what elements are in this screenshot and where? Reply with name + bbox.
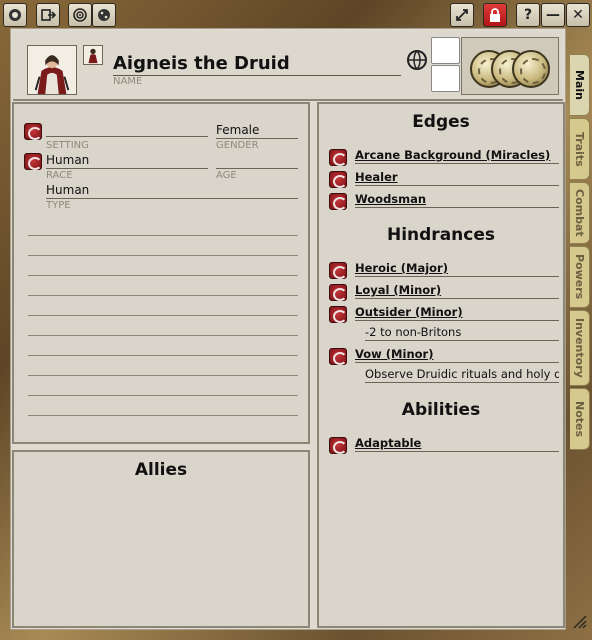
notes-line[interactable]	[28, 355, 298, 356]
tab-label: Inventory	[573, 318, 586, 378]
edge-link-icon[interactable]	[329, 193, 347, 210]
hindrance-note[interactable]: Observe Druidic rituals and holy da	[365, 367, 559, 383]
sheet-option-box-bottom[interactable]	[431, 65, 460, 92]
tab-label: Notes	[573, 400, 586, 438]
portrait[interactable]	[27, 45, 77, 95]
notes-line[interactable]	[28, 395, 298, 396]
hindrance-link-icon[interactable]	[329, 306, 347, 323]
setting-link-icon[interactable]	[24, 123, 42, 140]
close-button[interactable]: ✕	[566, 3, 590, 27]
ability-item[interactable]: Adaptable	[355, 436, 559, 452]
character-name[interactable]: Aigneis the Druid	[113, 53, 401, 76]
bennies-area[interactable]	[461, 37, 559, 95]
ability-link-icon[interactable]	[329, 437, 347, 454]
dice-button[interactable]	[92, 3, 116, 27]
token-image	[84, 46, 102, 64]
hindrance-link-icon[interactable]	[329, 348, 347, 365]
tab-main[interactable]: Main	[570, 54, 590, 116]
hindrance-link-icon[interactable]	[329, 262, 347, 279]
tab-traits[interactable]: Traits	[570, 118, 590, 180]
hindrance-item[interactable]: Outsider (Minor)	[355, 305, 559, 321]
tab-label: Main	[573, 70, 586, 100]
benny-coin-icon[interactable]	[512, 50, 550, 88]
race-field[interactable]: Human	[46, 153, 208, 169]
age-label: AGE	[216, 170, 237, 181]
race-label: RACE	[46, 170, 73, 181]
tab-powers[interactable]: Powers	[570, 246, 590, 308]
notes-line[interactable]	[28, 415, 298, 416]
details-panel: SETTING Female GENDER Human RACE AGE Hum…	[12, 102, 310, 444]
gender-field[interactable]: Female	[216, 123, 298, 139]
hindrance-note[interactable]: -2 to non-Britons	[365, 325, 559, 341]
setting-field[interactable]	[46, 121, 208, 137]
edge-link-icon[interactable]	[329, 149, 347, 166]
edge-item[interactable]: Arcane Background (Miracles)	[355, 148, 559, 164]
globe-icon[interactable]	[405, 48, 429, 72]
tab-label: Combat	[573, 189, 586, 237]
setting-label: SETTING	[46, 140, 89, 151]
hindrance-item[interactable]: Vow (Minor)	[355, 347, 559, 363]
type-field[interactable]: Human	[46, 183, 298, 199]
minimize-arrows-icon	[456, 9, 468, 21]
traits-panel: Edges Arcane Background (Miracles) Heale…	[317, 102, 565, 628]
tab-inventory[interactable]: Inventory	[570, 310, 590, 386]
edge-link-icon[interactable]	[329, 171, 347, 188]
notes-line[interactable]	[28, 335, 298, 336]
hindrances-title: Hindrances	[386, 225, 495, 245]
hindrance-item[interactable]: Heroic (Major)	[355, 261, 559, 277]
dice-icon	[98, 9, 110, 21]
tab-label: Traits	[573, 131, 586, 167]
race-link-icon[interactable]	[24, 153, 42, 170]
tab-notes[interactable]: Notes	[570, 388, 590, 450]
target-button[interactable]	[68, 3, 92, 27]
minimize-button[interactable]: —	[541, 3, 565, 27]
edge-item[interactable]: Healer	[355, 170, 559, 186]
name-label: NAME	[113, 76, 143, 87]
hindrance-item[interactable]: Loyal (Minor)	[355, 283, 559, 299]
age-field[interactable]	[216, 153, 298, 169]
abilities-title: Abilities	[401, 400, 481, 420]
notes-line[interactable]	[28, 315, 298, 316]
target-icon	[73, 8, 87, 22]
gender-label: GENDER	[216, 140, 259, 151]
edge-item[interactable]: Woodsman	[355, 192, 559, 208]
sheet-option-box-top[interactable]	[431, 37, 460, 64]
notes-line[interactable]	[28, 295, 298, 296]
compact-button[interactable]	[450, 3, 474, 27]
app-menu-button[interactable]	[3, 3, 27, 27]
header-panel: Aigneis the Druid NAME	[13, 31, 563, 101]
lock-button[interactable]	[483, 3, 507, 27]
token[interactable]	[83, 45, 103, 65]
help-button[interactable]: ?	[516, 3, 540, 27]
tab-combat[interactable]: Combat	[570, 182, 590, 244]
edges-title: Edges	[412, 112, 470, 132]
lock-icon	[490, 8, 500, 22]
notes-line[interactable]	[28, 375, 298, 376]
allies-title: Allies	[134, 460, 188, 480]
notes-line[interactable]	[28, 275, 298, 276]
portrait-image	[28, 46, 76, 94]
share-icon	[41, 9, 56, 21]
share-button[interactable]	[36, 3, 60, 27]
character-sheet: Aigneis the Druid NAME SETTING Female GE…	[10, 28, 566, 630]
notes-line[interactable]	[28, 255, 298, 256]
resize-grip-icon[interactable]	[572, 614, 588, 630]
tab-label: Powers	[573, 254, 586, 300]
type-label: TYPE	[46, 200, 71, 211]
hindrance-link-icon[interactable]	[329, 284, 347, 301]
notes-line[interactable]	[28, 235, 298, 236]
allies-panel[interactable]: Allies	[12, 450, 310, 628]
app-icon	[9, 9, 21, 21]
